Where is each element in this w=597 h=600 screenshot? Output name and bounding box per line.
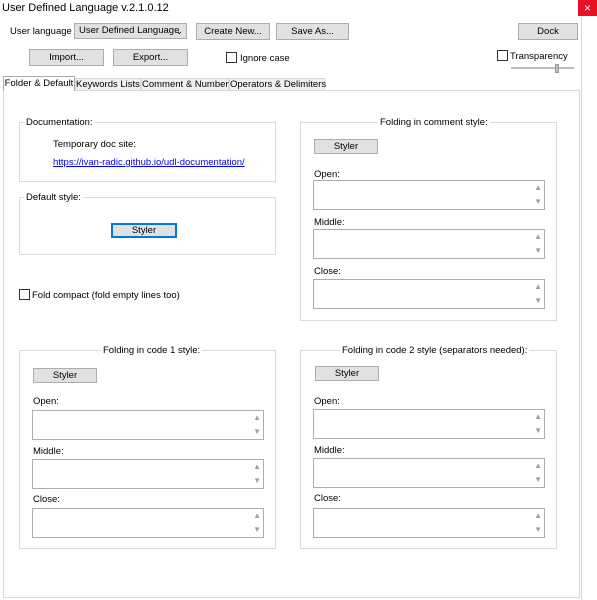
user-language-value: User Defined Language bbox=[79, 25, 180, 36]
doc-site-label: Temporary doc site: bbox=[53, 139, 136, 150]
code1-open-input[interactable]: ▲ ▼ bbox=[32, 410, 264, 440]
comment-middle-input[interactable]: ▲ ▼ bbox=[313, 229, 545, 259]
scroll-up-icon[interactable]: ▲ bbox=[253, 463, 261, 471]
scroll-up-icon[interactable]: ▲ bbox=[534, 283, 542, 291]
transparency-label: Transparency bbox=[510, 51, 568, 62]
scroll-down-icon[interactable]: ▼ bbox=[534, 476, 542, 484]
code1-close-input[interactable]: ▲ ▼ bbox=[32, 508, 264, 538]
scroll-up-icon[interactable]: ▲ bbox=[534, 512, 542, 520]
tab-folder-default[interactable]: Folder & Default bbox=[3, 76, 75, 91]
code2-folding-title: Folding in code 2 style (separators need… bbox=[340, 345, 530, 356]
code2-close-label: Close: bbox=[314, 493, 341, 504]
code2-styler-button[interactable]: Styler bbox=[315, 366, 379, 381]
code1-open-label: Open: bbox=[33, 396, 59, 407]
comment-open-label: Open: bbox=[314, 169, 340, 180]
default-styler-button[interactable]: Styler bbox=[111, 223, 177, 238]
create-new-button[interactable]: Create New... bbox=[196, 23, 270, 40]
default-style-title: Default style: bbox=[24, 192, 83, 203]
ignore-case-checkbox[interactable] bbox=[226, 52, 237, 63]
code1-folding-title: Folding in code 1 style: bbox=[101, 345, 203, 356]
comment-styler-button[interactable]: Styler bbox=[314, 139, 378, 154]
window-right-edge bbox=[581, 17, 582, 600]
scroll-down-icon[interactable]: ▼ bbox=[253, 428, 261, 436]
code2-open-input[interactable]: ▲ ▼ bbox=[313, 409, 545, 439]
code1-styler-button[interactable]: Styler bbox=[33, 368, 97, 383]
window-title: User Defined Language v.2.1.0.12 bbox=[2, 2, 169, 14]
ignore-case-label: Ignore case bbox=[240, 53, 290, 64]
transparency-checkbox[interactable] bbox=[497, 50, 508, 61]
scroll-down-icon[interactable]: ▼ bbox=[534, 297, 542, 305]
scroll-down-icon[interactable]: ▼ bbox=[534, 526, 542, 534]
fold-compact-label: Fold compact (fold empty lines too) bbox=[32, 290, 180, 301]
transparency-slider[interactable] bbox=[511, 67, 574, 69]
dock-button[interactable]: Dock bbox=[518, 23, 578, 40]
close-window-button[interactable]: × bbox=[578, 0, 597, 16]
scroll-up-icon[interactable]: ▲ bbox=[534, 184, 542, 192]
scroll-down-icon[interactable]: ▼ bbox=[534, 427, 542, 435]
export-button[interactable]: Export... bbox=[113, 49, 188, 66]
code1-close-label: Close: bbox=[33, 494, 60, 505]
save-as-button[interactable]: Save As... bbox=[276, 23, 349, 40]
scroll-up-icon[interactable]: ▲ bbox=[534, 462, 542, 470]
comment-folding-title: Folding in comment style: bbox=[378, 117, 490, 128]
scroll-up-icon[interactable]: ▲ bbox=[253, 512, 261, 520]
transparency-slider-thumb[interactable] bbox=[555, 64, 559, 73]
code1-middle-input[interactable]: ▲ ▼ bbox=[32, 459, 264, 489]
scroll-up-icon[interactable]: ▲ bbox=[534, 233, 542, 241]
documentation-group bbox=[19, 122, 276, 182]
comment-close-input[interactable]: ▲ ▼ bbox=[313, 279, 545, 309]
comment-open-input[interactable]: ▲ ▼ bbox=[313, 180, 545, 210]
user-language-select[interactable]: User Defined Language ⌄ bbox=[74, 23, 187, 39]
documentation-title: Documentation: bbox=[24, 117, 95, 128]
scroll-down-icon[interactable]: ▼ bbox=[253, 526, 261, 534]
doc-site-link[interactable]: https://ivan-radic.github.io/udl-documen… bbox=[53, 157, 245, 168]
scroll-down-icon[interactable]: ▼ bbox=[534, 247, 542, 255]
code2-close-input[interactable]: ▲ ▼ bbox=[313, 508, 545, 538]
scroll-down-icon[interactable]: ▼ bbox=[534, 198, 542, 206]
code2-middle-input[interactable]: ▲ ▼ bbox=[313, 458, 545, 488]
scroll-down-icon[interactable]: ▼ bbox=[253, 477, 261, 485]
comment-close-label: Close: bbox=[314, 266, 341, 277]
code2-open-label: Open: bbox=[314, 396, 340, 407]
scroll-up-icon[interactable]: ▲ bbox=[253, 414, 261, 422]
user-language-label: User language : bbox=[10, 26, 78, 37]
scroll-up-icon[interactable]: ▲ bbox=[534, 413, 542, 421]
close-icon: × bbox=[583, 1, 591, 15]
comment-middle-label: Middle: bbox=[314, 217, 345, 228]
import-button[interactable]: Import... bbox=[29, 49, 104, 66]
fold-compact-checkbox[interactable] bbox=[19, 289, 30, 300]
code1-middle-label: Middle: bbox=[33, 446, 64, 457]
code2-middle-label: Middle: bbox=[314, 445, 345, 456]
chevron-down-icon: ⌄ bbox=[175, 26, 183, 36]
